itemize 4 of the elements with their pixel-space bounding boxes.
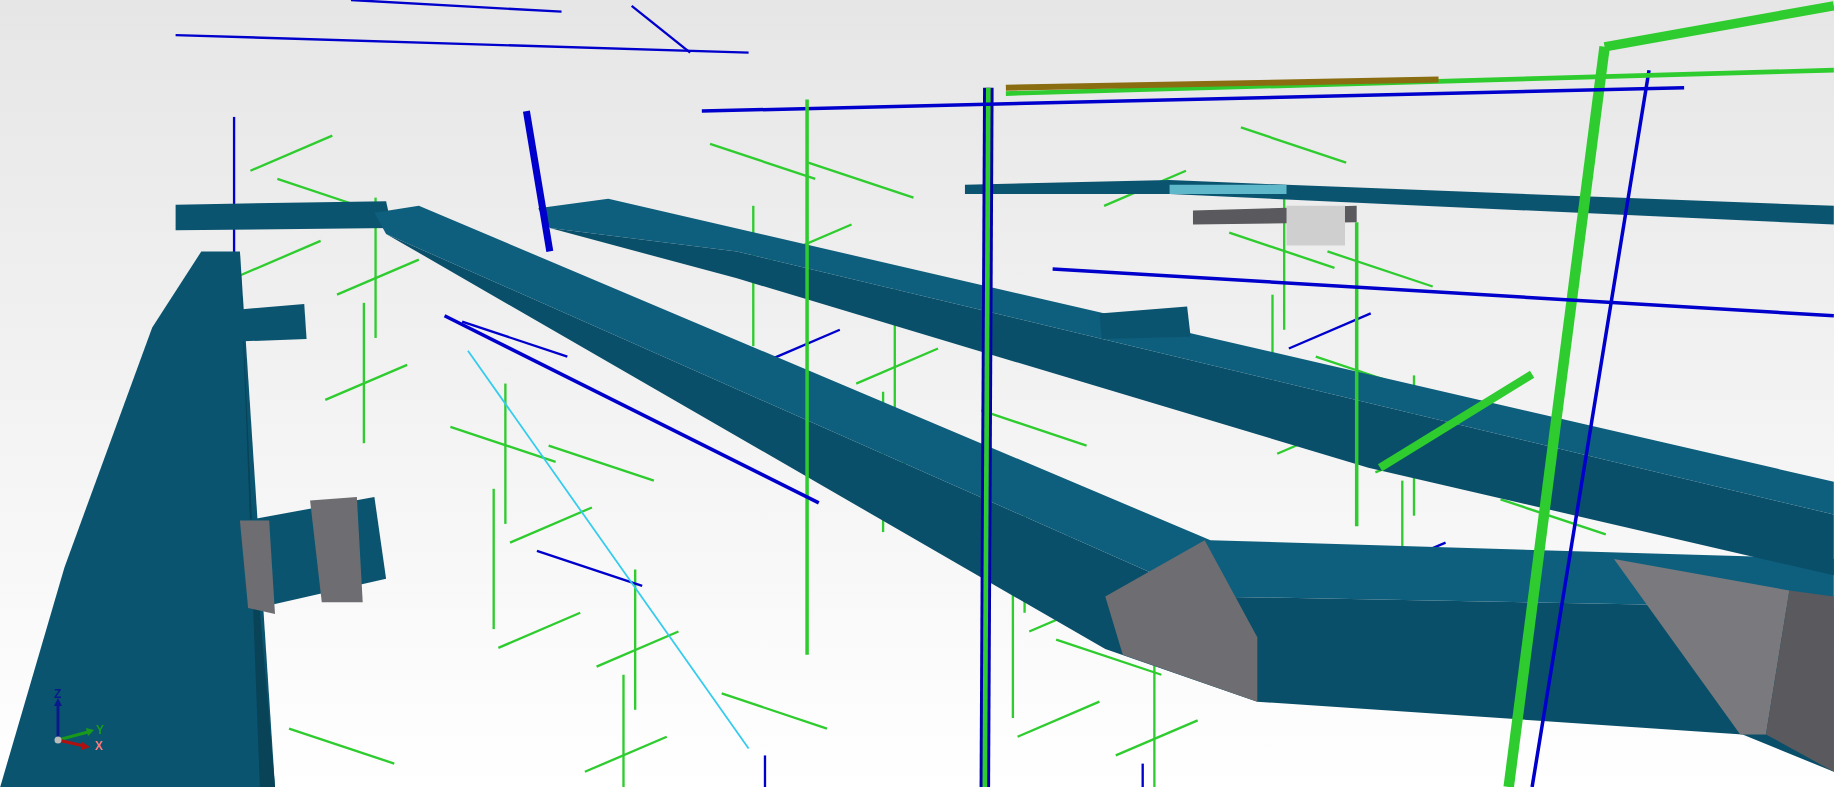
- axis-label: Z: [54, 688, 62, 700]
- 3d-viewport[interactable]: Z Y X: [0, 0, 1834, 787]
- axis-label: X: [95, 740, 103, 752]
- axis-label: Y: [96, 724, 104, 736]
